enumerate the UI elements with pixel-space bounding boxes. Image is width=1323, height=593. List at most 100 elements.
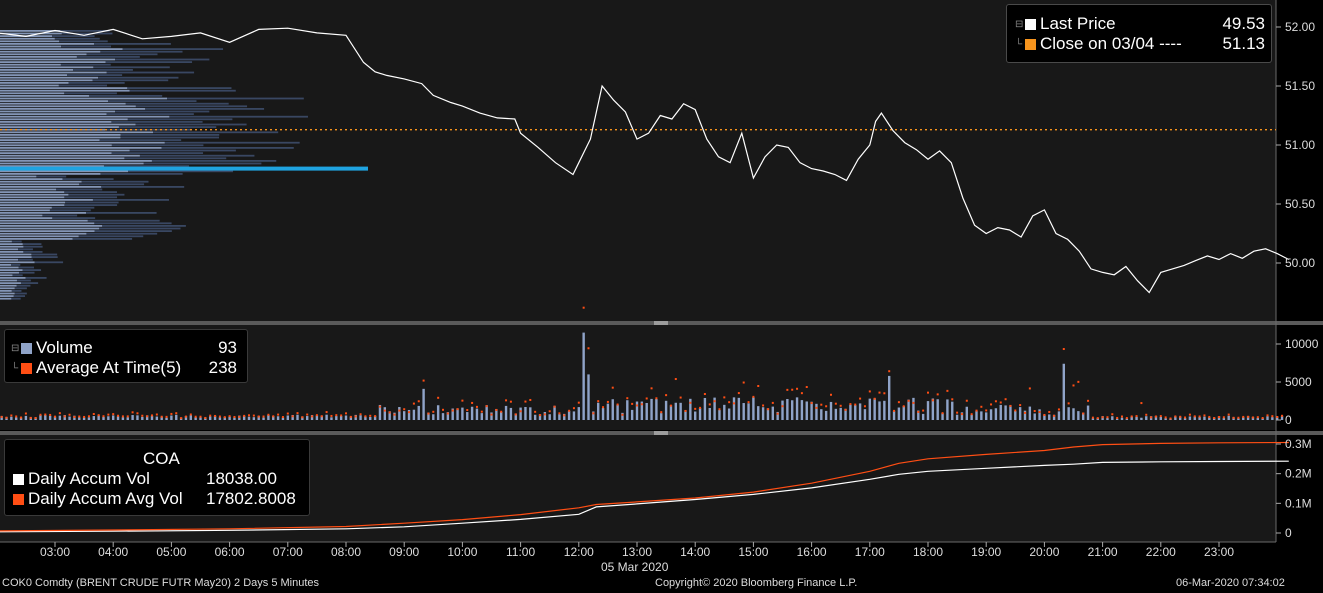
average-dot [1174, 415, 1177, 418]
profile-bar-shadow [153, 131, 279, 134]
profile-bar-shadow [18, 271, 35, 274]
profile-bar [0, 82, 69, 84]
profile-bar-shadow [115, 58, 210, 61]
volume-bar [1033, 413, 1036, 420]
average-dot [728, 401, 731, 404]
average-dot [102, 415, 105, 418]
average-dot [257, 415, 260, 418]
volume-bar [587, 374, 590, 420]
average-dot [524, 400, 527, 403]
profile-bar [0, 89, 130, 92]
average-dot [15, 415, 18, 418]
volume-bar [761, 407, 765, 420]
profile-bar [0, 235, 79, 238]
average-dot [1043, 413, 1046, 416]
profile-bar [0, 58, 116, 61]
tree-toggle-icon[interactable]: ⊟ [1015, 19, 1025, 30]
profile-bar [0, 240, 12, 243]
average-dot [20, 416, 23, 419]
volume-bar [597, 402, 600, 420]
price-tick-label: 50.00 [1285, 256, 1315, 270]
legend-daily-accum-avg[interactable]: Daily Accum Avg Vol 17802.8008 [13, 489, 303, 509]
profile-bar-shadow [79, 183, 145, 186]
profile-bar-shadow [81, 180, 149, 183]
average-dot [572, 407, 575, 410]
average-dot [1198, 415, 1201, 418]
profile-bar [0, 105, 136, 108]
average-dot [466, 409, 469, 412]
average-dot [611, 386, 614, 389]
x-tick-label: 23:00 [1204, 545, 1234, 559]
x-tick-label: 19:00 [971, 545, 1001, 559]
volume-bar [344, 415, 348, 420]
volume-bar [58, 415, 62, 420]
profile-bar [0, 131, 154, 134]
volume-legend[interactable]: ⊟ Volume 93 └ Average At Time(5) 238 [4, 329, 248, 383]
volume-bar [24, 415, 28, 420]
tree-toggle-icon[interactable]: ⊟ [11, 343, 21, 354]
average-dot [442, 408, 444, 411]
volume-bar [296, 414, 299, 420]
average-dot [83, 415, 86, 418]
profile-bar [0, 212, 87, 214]
volume-bar [1062, 363, 1065, 420]
profile-bar [0, 274, 13, 277]
average-dot [1077, 380, 1080, 383]
volume-bar [441, 413, 445, 420]
volume-bar [102, 416, 105, 420]
average-dot [335, 414, 338, 417]
volume-bar [795, 397, 799, 420]
profile-bar-shadow [98, 76, 179, 79]
average-dot [752, 395, 755, 398]
average-dot [286, 412, 289, 415]
legend-daily-accum-vol[interactable]: Daily Accum Vol 18038.00 [13, 469, 303, 489]
volume-bar [189, 415, 192, 420]
profile-bar [0, 121, 112, 123]
average-dot [1150, 416, 1153, 419]
profile-bar-shadow [67, 74, 123, 76]
volume-bar [723, 404, 726, 420]
average-dot [883, 392, 886, 395]
average-dot [655, 397, 658, 400]
volume-bar [878, 401, 881, 420]
profile-bar-shadow [100, 50, 183, 53]
average-dot [1062, 348, 1065, 351]
profile-bar-shadow [135, 123, 247, 126]
profile-bar-shadow [68, 193, 125, 196]
legend-volume[interactable]: ⊟ Volume 93 [11, 338, 237, 358]
average-dot [1242, 415, 1245, 418]
accum-legend[interactable]: COA Daily Accum Vol 18038.00 Daily Accum… [4, 439, 310, 516]
x-tick-label: 04:00 [98, 545, 128, 559]
average-dot [0, 415, 3, 418]
average-dot [640, 403, 643, 406]
average-dot [1116, 416, 1119, 419]
average-dot [1237, 416, 1240, 419]
legend-close[interactable]: └ Close on 03/04 ---- 51.13 [1015, 34, 1265, 54]
average-dot [1091, 416, 1094, 419]
average-dot [1222, 416, 1225, 419]
profile-bar [0, 139, 100, 141]
legend-average[interactable]: └ Average At Time(5) 238 [11, 358, 237, 378]
profile-bar [0, 69, 74, 71]
profile-bar-shadow [16, 284, 31, 287]
average-dot [1266, 414, 1269, 417]
average-dot [577, 401, 580, 404]
price-legend[interactable]: ⊟ Last Price 49.53 └ Close on 03/04 ----… [1006, 4, 1272, 63]
profile-bar [0, 147, 162, 149]
swatch-red-icon [21, 362, 32, 374]
footer-timestamp: 06-Mar-2020 07:34:02 [1176, 577, 1285, 589]
profile-bar-shadow [167, 97, 304, 100]
profile-bar [0, 209, 50, 212]
profile-bar-shadow [59, 40, 108, 43]
legend-last-price[interactable]: ⊟ Last Price 49.53 [1015, 14, 1265, 34]
profile-bar [0, 160, 152, 162]
average-dot [136, 412, 139, 415]
profile-bar [0, 92, 65, 95]
profile-bar-shadow [118, 126, 217, 128]
average-dot [936, 393, 939, 396]
average-dot [330, 414, 333, 417]
profile-bar-shadow [18, 258, 33, 261]
x-tick-label: 13:00 [622, 545, 652, 559]
volume-bar [926, 401, 930, 420]
profile-bar [0, 227, 100, 230]
